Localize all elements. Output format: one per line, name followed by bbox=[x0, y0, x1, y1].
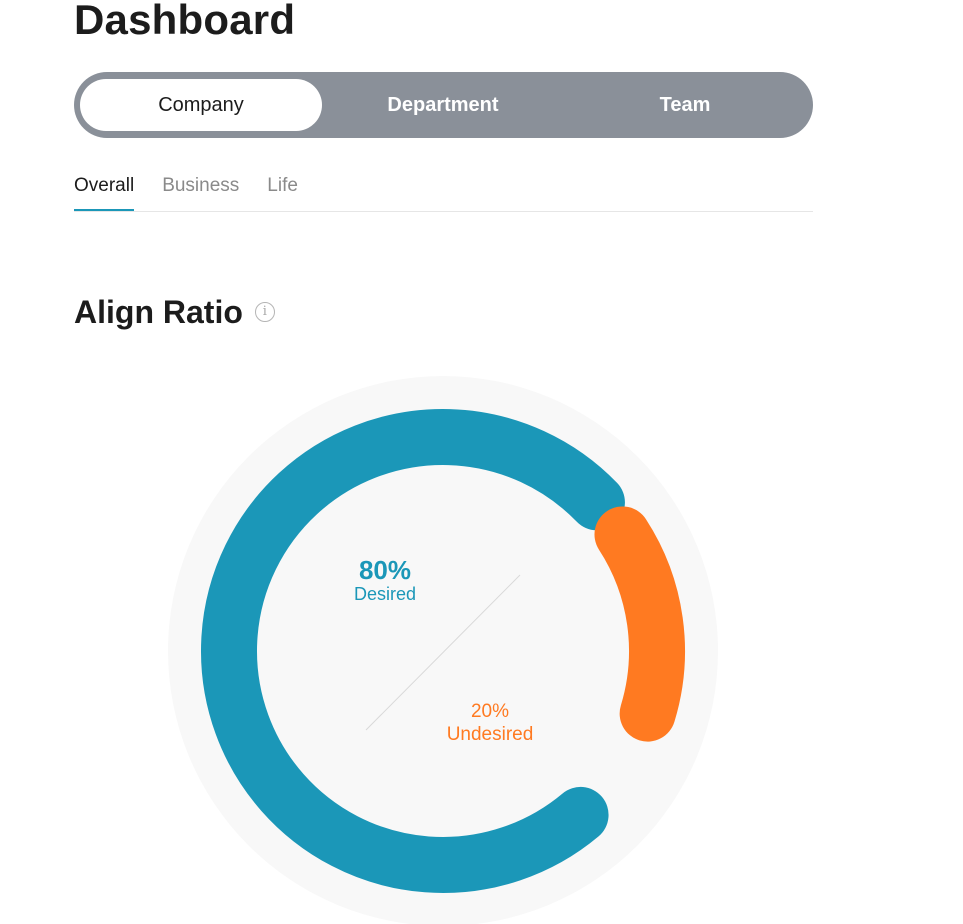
align-ratio-header: Align Ratio i bbox=[74, 294, 275, 331]
undesired-label: 20% Undesired bbox=[430, 701, 550, 746]
slice-undesired[interactable] bbox=[594, 506, 685, 742]
desired-label: 80% Desired bbox=[340, 556, 430, 604]
scope-department-button[interactable]: Department bbox=[322, 79, 564, 131]
align-ratio-chart: 80% Desired 20% Undesired bbox=[0, 0, 963, 924]
scope-team-button[interactable]: Team bbox=[564, 79, 806, 131]
scope-switch: Company Department Team bbox=[74, 72, 813, 138]
slice-desired[interactable] bbox=[201, 409, 625, 893]
donut-divider-line bbox=[365, 574, 521, 731]
desired-percent: 80% bbox=[358, 555, 412, 585]
undesired-percent: 20% bbox=[470, 701, 510, 722]
donut-background bbox=[168, 376, 718, 924]
desired-text: Desired bbox=[353, 583, 417, 604]
page-title: Dashboard bbox=[74, 0, 296, 43]
scope-company-button[interactable]: Company bbox=[80, 79, 322, 131]
dashboard-page: Dashboard Company Department Team Overal… bbox=[0, 0, 963, 924]
tab-life[interactable]: Life bbox=[267, 172, 298, 207]
info-icon[interactable]: i bbox=[254, 301, 275, 322]
undesired-text: Undesired bbox=[446, 723, 534, 745]
align-ratio-title: Align Ratio bbox=[74, 294, 243, 330]
tab-overall[interactable]: Overall bbox=[74, 172, 135, 211]
tab-business[interactable]: Business bbox=[162, 172, 239, 207]
subtab-bar: Overall Business Life bbox=[74, 172, 813, 212]
donut-chart-svg bbox=[168, 376, 718, 924]
